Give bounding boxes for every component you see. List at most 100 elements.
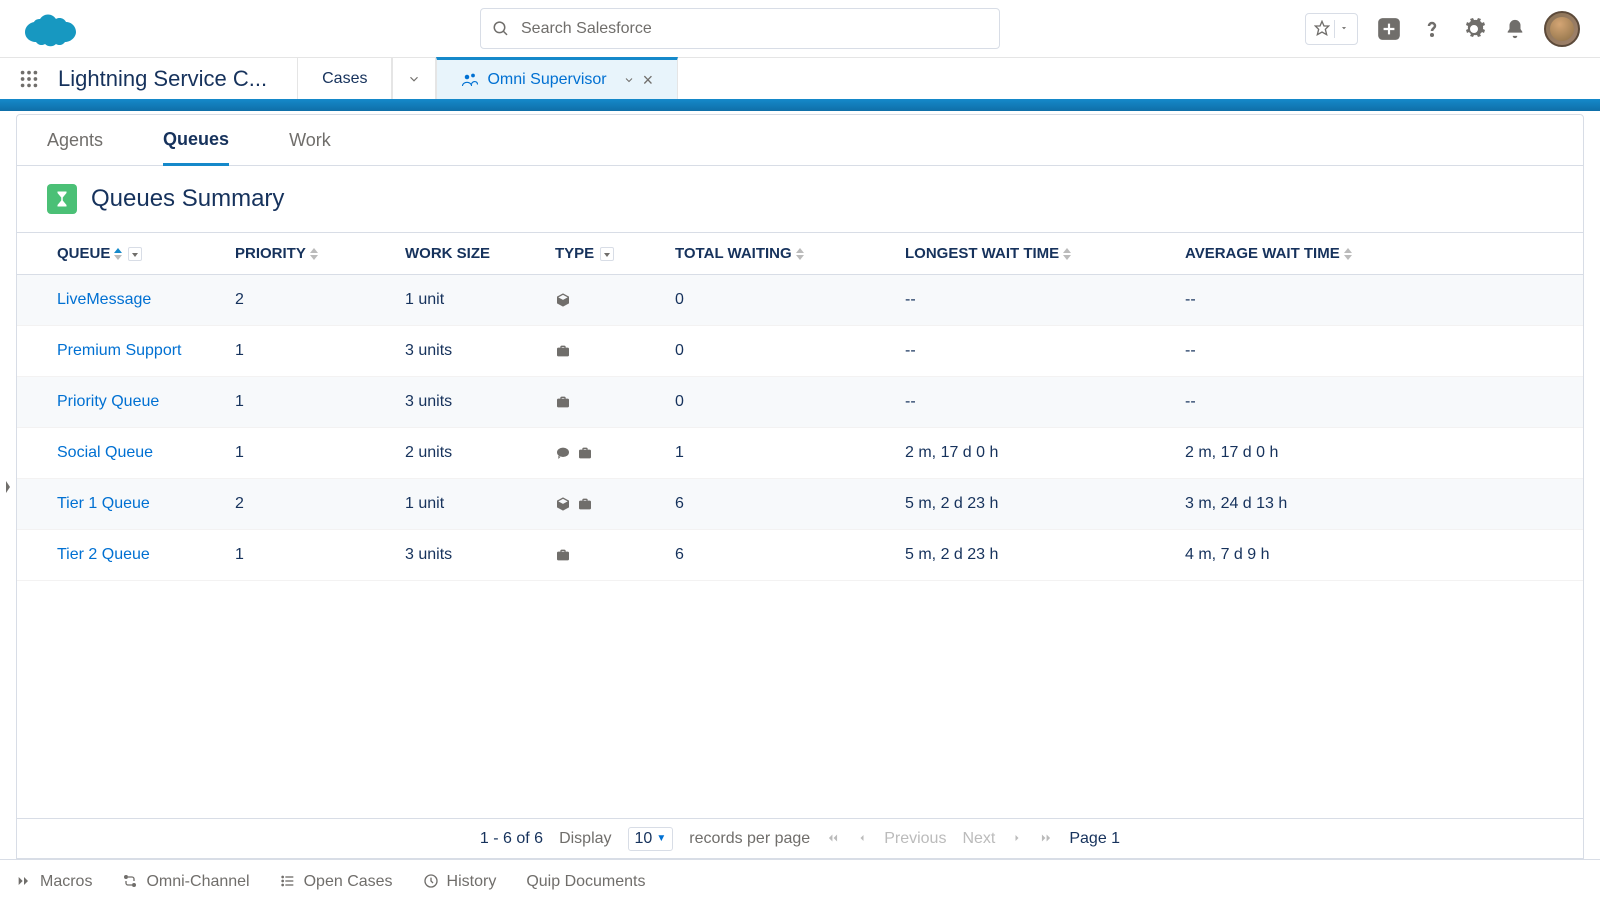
utility-omni-channel[interactable]: Omni-Channel bbox=[122, 873, 249, 891]
box-icon bbox=[555, 291, 571, 308]
case-icon bbox=[555, 342, 571, 359]
macros-icon bbox=[16, 873, 32, 891]
queues-table: QUEUE PRIORITY WORK SIZE TYPE TOTAL WAIT… bbox=[17, 232, 1583, 581]
queue-link[interactable]: Priority Queue bbox=[57, 393, 159, 410]
user-avatar[interactable] bbox=[1544, 11, 1580, 47]
nav-tab-dropdown[interactable] bbox=[392, 57, 436, 101]
total-waiting-cell: 1 bbox=[667, 428, 897, 479]
previous-label[interactable]: Previous bbox=[884, 830, 946, 848]
page-title-row: Queues Summary bbox=[17, 166, 1583, 232]
col-filter-icon[interactable] bbox=[128, 247, 142, 261]
col-total-waiting[interactable]: TOTAL WAITING bbox=[667, 233, 897, 275]
tab-agents[interactable]: Agents bbox=[47, 115, 103, 166]
first-page-icon[interactable] bbox=[826, 830, 840, 848]
queue-link[interactable]: Premium Support bbox=[57, 342, 182, 359]
next-page-icon[interactable] bbox=[1011, 830, 1023, 848]
type-cell bbox=[547, 377, 667, 428]
next-label[interactable]: Next bbox=[962, 830, 995, 848]
priority-cell: 2 bbox=[227, 275, 397, 326]
table-row: Tier 2 Queue13 units65 m, 2 d 23 h4 m, 7… bbox=[17, 530, 1583, 581]
priority-cell: 1 bbox=[227, 428, 397, 479]
average-wait-cell: 4 m, 7 d 9 h bbox=[1177, 530, 1583, 581]
help-icon[interactable] bbox=[1420, 17, 1444, 41]
app-launcher-icon[interactable] bbox=[18, 68, 40, 90]
longest-wait-cell: 5 m, 2 d 23 h bbox=[897, 479, 1177, 530]
type-cell bbox=[547, 275, 667, 326]
omni-icon bbox=[461, 71, 479, 89]
col-priority[interactable]: PRIORITY bbox=[227, 233, 397, 275]
work-size-cell: 3 units bbox=[397, 326, 547, 377]
notifications-icon[interactable] bbox=[1504, 18, 1526, 40]
queue-link[interactable]: Tier 2 Queue bbox=[57, 546, 150, 563]
longest-wait-cell: -- bbox=[897, 326, 1177, 377]
col-filter-icon[interactable] bbox=[600, 247, 614, 261]
priority-cell: 1 bbox=[227, 377, 397, 428]
work-size-cell: 2 units bbox=[397, 428, 547, 479]
total-waiting-cell: 0 bbox=[667, 377, 897, 428]
display-label: Display bbox=[559, 830, 611, 848]
favorites-button[interactable] bbox=[1305, 13, 1358, 45]
page-title: Queues Summary bbox=[91, 185, 284, 213]
hourglass-icon bbox=[47, 184, 77, 214]
total-waiting-cell: 6 bbox=[667, 479, 897, 530]
longest-wait-cell: 2 m, 17 d 0 h bbox=[897, 428, 1177, 479]
longest-wait-cell: -- bbox=[897, 275, 1177, 326]
content-panel: Agents Queues Work Queues Summary QUEUE … bbox=[16, 114, 1584, 859]
case-icon bbox=[555, 393, 571, 410]
col-average-wait[interactable]: AVERAGE WAIT TIME bbox=[1177, 233, 1583, 275]
priority-cell: 2 bbox=[227, 479, 397, 530]
type-cell bbox=[547, 530, 667, 581]
table-row: Premium Support13 units0---- bbox=[17, 326, 1583, 377]
tab-queues[interactable]: Queues bbox=[163, 115, 229, 166]
last-page-icon[interactable] bbox=[1039, 830, 1053, 848]
total-waiting-cell: 6 bbox=[667, 530, 897, 581]
average-wait-cell: 3 m, 24 d 13 h bbox=[1177, 479, 1583, 530]
search-input[interactable] bbox=[480, 8, 1000, 49]
average-wait-cell: -- bbox=[1177, 326, 1583, 377]
list-icon bbox=[280, 873, 296, 891]
app-name: Lightning Service C... bbox=[58, 66, 267, 92]
average-wait-cell: -- bbox=[1177, 377, 1583, 428]
panel-expand-handle[interactable] bbox=[1, 467, 15, 507]
queue-link[interactable]: Tier 1 Queue bbox=[57, 495, 150, 512]
utility-macros[interactable]: Macros bbox=[16, 873, 92, 891]
clock-icon bbox=[423, 873, 439, 891]
queues-table-wrap: QUEUE PRIORITY WORK SIZE TYPE TOTAL WAIT… bbox=[17, 232, 1583, 818]
work-size-cell: 3 units bbox=[397, 377, 547, 428]
queue-link[interactable]: Social Queue bbox=[57, 444, 153, 461]
col-queue[interactable]: QUEUE bbox=[17, 233, 227, 275]
queue-link[interactable]: LiveMessage bbox=[57, 291, 151, 308]
chat-icon bbox=[555, 444, 571, 461]
total-waiting-cell: 0 bbox=[667, 275, 897, 326]
settings-icon[interactable] bbox=[1462, 17, 1486, 41]
add-button[interactable] bbox=[1376, 16, 1402, 42]
case-icon bbox=[577, 444, 593, 461]
longest-wait-cell: 5 m, 2 d 23 h bbox=[897, 530, 1177, 581]
utility-open-cases[interactable]: Open Cases bbox=[280, 873, 393, 891]
omni-channel-icon bbox=[122, 873, 138, 891]
page-range: 1 - 6 of 6 bbox=[480, 830, 543, 848]
tab-work[interactable]: Work bbox=[289, 115, 331, 166]
col-longest-wait[interactable]: LONGEST WAIT TIME bbox=[897, 233, 1177, 275]
priority-cell: 1 bbox=[227, 326, 397, 377]
records-label: records per page bbox=[689, 830, 810, 848]
chevron-down-icon bbox=[1334, 20, 1353, 38]
search-icon bbox=[492, 19, 510, 37]
prev-page-icon[interactable] bbox=[856, 830, 868, 848]
utility-quip[interactable]: Quip Documents bbox=[526, 873, 645, 891]
nav-tab-cases[interactable]: Cases bbox=[297, 57, 392, 101]
type-cell bbox=[547, 479, 667, 530]
type-cell bbox=[547, 326, 667, 377]
col-work-size[interactable]: WORK SIZE bbox=[397, 233, 547, 275]
chevron-down-icon[interactable] bbox=[623, 71, 635, 89]
global-search bbox=[480, 8, 1000, 49]
star-icon bbox=[1310, 20, 1334, 38]
utility-history[interactable]: History bbox=[423, 873, 497, 891]
nav-tab-omni-supervisor[interactable]: Omni Supervisor × bbox=[436, 57, 678, 101]
work-size-cell: 1 unit bbox=[397, 275, 547, 326]
per-page-select[interactable]: 10▼ bbox=[628, 827, 674, 851]
type-cell bbox=[547, 428, 667, 479]
close-icon[interactable]: × bbox=[643, 70, 654, 91]
col-type[interactable]: TYPE bbox=[547, 233, 667, 275]
box-icon bbox=[555, 495, 571, 512]
